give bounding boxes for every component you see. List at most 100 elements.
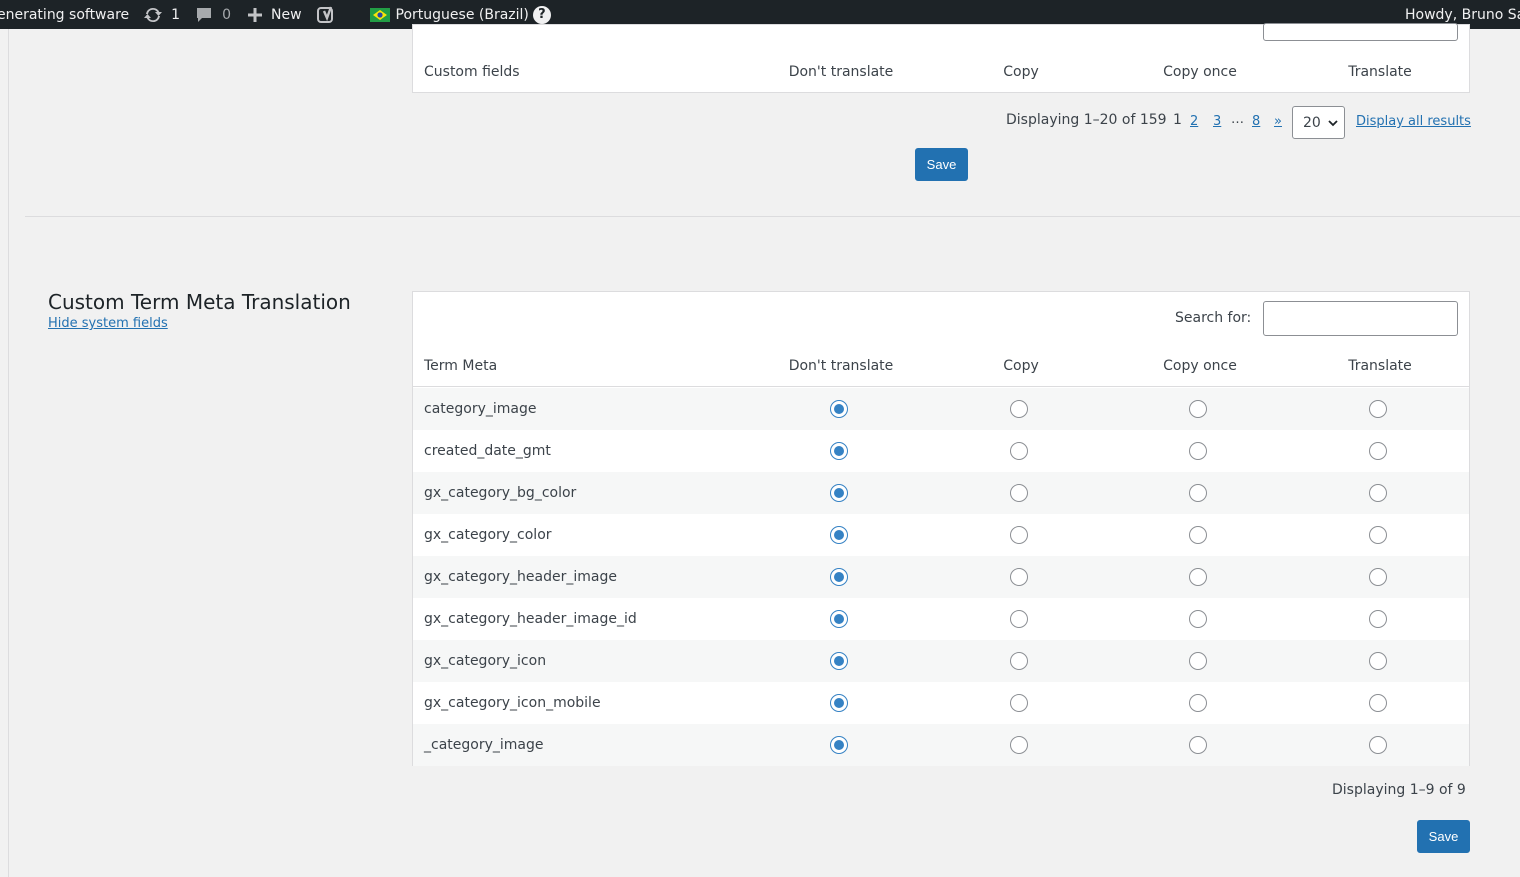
term-meta-name: gx_category_header_image: [424, 569, 617, 585]
help-icon[interactable]: ?: [532, 5, 551, 24]
pagination-next[interactable]: »: [1274, 114, 1282, 129]
table-row: gx_category_icon: [413, 640, 1469, 682]
radio-copy-once[interactable]: [1189, 736, 1207, 754]
table-row: gx_category_bg_color: [413, 472, 1469, 514]
hide-system-fields-link[interactable]: Hide system fields: [48, 316, 168, 331]
term-meta-name: gx_category_color: [424, 527, 552, 543]
term-meta-name: gx_category_header_image_id: [424, 611, 637, 627]
section-divider: [25, 216, 1520, 217]
radio-translate[interactable]: [1369, 400, 1387, 418]
radio-dont-translate[interactable]: [830, 484, 848, 502]
radio-translate[interactable]: [1369, 526, 1387, 544]
radio-copy[interactable]: [1010, 484, 1028, 502]
yoast-icon: [316, 5, 336, 25]
radio-copy[interactable]: [1010, 442, 1028, 460]
term-meta-name: category_image: [424, 401, 537, 417]
radio-translate[interactable]: [1369, 736, 1387, 754]
radio-dont-translate[interactable]: [830, 736, 848, 754]
radio-copy-once[interactable]: [1189, 442, 1207, 460]
radio-copy[interactable]: [1010, 526, 1028, 544]
custom-fields-header-row: Custom fields Don't translate Copy Copy …: [413, 51, 1469, 93]
site-name: enerating software: [0, 6, 130, 23]
radio-translate[interactable]: [1369, 694, 1387, 712]
radio-dont-translate[interactable]: [830, 568, 848, 586]
updates-icon: [143, 5, 163, 25]
table-row: created_date_gmt: [413, 430, 1469, 472]
term-meta-name: gx_category_bg_color: [424, 485, 577, 501]
column-header-copy: Copy: [1003, 357, 1039, 374]
radio-copy-once[interactable]: [1189, 484, 1207, 502]
table-row: category_image: [413, 388, 1469, 430]
radio-dont-translate[interactable]: [830, 400, 848, 418]
table-row: gx_category_header_image_id: [413, 598, 1469, 640]
pagination-displaying: Displaying 1–20 of 159: [1006, 112, 1167, 128]
updates-link[interactable]: 1: [136, 0, 187, 29]
radio-copy-once[interactable]: [1189, 526, 1207, 544]
plus-icon: [245, 5, 265, 25]
radio-dont-translate[interactable]: [830, 442, 848, 460]
radio-copy-once[interactable]: [1189, 652, 1207, 670]
search-label: Search for:: [1175, 310, 1252, 326]
term-meta-name: created_date_gmt: [424, 443, 551, 459]
howdy-text: Howdy, Bruno Sastr: [1405, 6, 1520, 23]
table-row: _category_image: [413, 724, 1469, 766]
term-meta-displaying: Displaying 1–9 of 9: [1332, 782, 1466, 798]
term-meta-name: gx_category_icon: [424, 653, 547, 669]
term-meta-name: _category_image: [424, 737, 544, 753]
admin-menu-edge: [0, 29, 9, 877]
per-page-value: 20: [1303, 114, 1321, 131]
column-header-translate: Translate: [1348, 64, 1412, 80]
site-name-link[interactable]: enerating software: [0, 0, 136, 29]
term-meta-table: Search for: Term Meta Don't translate Co…: [412, 291, 1470, 766]
per-page-select[interactable]: 20: [1292, 106, 1345, 139]
radio-dont-translate[interactable]: [830, 694, 848, 712]
save-term-meta-button[interactable]: Save: [1417, 820, 1470, 853]
comments-link[interactable]: 0: [187, 0, 238, 29]
custom-fields-search-input[interactable]: [1263, 23, 1458, 41]
pagination-page-3[interactable]: 3: [1213, 114, 1221, 129]
term-meta-search-input[interactable]: [1263, 301, 1458, 336]
custom-fields-table: Custom fields Don't translate Copy Copy …: [412, 23, 1470, 93]
pagination-page-2[interactable]: 2: [1190, 114, 1198, 129]
radio-dont-translate[interactable]: [830, 652, 848, 670]
column-header-dont-translate: Don't translate: [788, 64, 894, 80]
display-all-results-link[interactable]: Display all results: [1356, 114, 1471, 129]
main-content: Custom fields Don't translate Copy Copy …: [10, 23, 1520, 877]
pagination-page-8[interactable]: 8: [1252, 114, 1260, 129]
column-header-copy: Copy: [1003, 64, 1039, 80]
radio-translate[interactable]: [1369, 610, 1387, 628]
radio-translate[interactable]: [1369, 484, 1387, 502]
radio-dont-translate[interactable]: [830, 526, 848, 544]
new-content-link[interactable]: New: [238, 0, 309, 29]
table-row: gx_category_header_image: [413, 556, 1469, 598]
pagination-current-page: 1: [1173, 112, 1182, 128]
column-header-term-meta: Term Meta: [424, 357, 498, 374]
language-label: Portuguese (Brazil): [395, 6, 529, 23]
radio-translate[interactable]: [1369, 568, 1387, 586]
radio-dont-translate[interactable]: [830, 610, 848, 628]
radio-copy-once[interactable]: [1189, 694, 1207, 712]
radio-copy-once[interactable]: [1189, 400, 1207, 418]
term-meta-name: gx_category_icon_mobile: [424, 695, 601, 711]
comments-count: 0: [222, 6, 231, 23]
radio-copy[interactable]: [1010, 400, 1028, 418]
table-row: gx_category_icon_mobile: [413, 682, 1469, 724]
save-custom-fields-button[interactable]: Save: [915, 148, 968, 181]
radio-copy[interactable]: [1010, 652, 1028, 670]
radio-translate[interactable]: [1369, 442, 1387, 460]
radio-copy-once[interactable]: [1189, 568, 1207, 586]
new-label: New: [271, 6, 302, 23]
column-header-dont-translate: Don't translate: [788, 357, 894, 374]
radio-translate[interactable]: [1369, 652, 1387, 670]
chevron-down-icon: [1323, 113, 1343, 133]
pagination-ellipsis: …: [1231, 112, 1244, 127]
column-header-translate: Translate: [1348, 357, 1412, 374]
term-meta-section-title: Custom Term Meta Translation: [48, 290, 351, 314]
radio-copy[interactable]: [1010, 610, 1028, 628]
radio-copy[interactable]: [1010, 736, 1028, 754]
radio-copy-once[interactable]: [1189, 610, 1207, 628]
radio-copy[interactable]: [1010, 568, 1028, 586]
brazil-flag-icon: [369, 7, 390, 22]
radio-copy[interactable]: [1010, 694, 1028, 712]
yoast-menu[interactable]: [309, 0, 343, 29]
